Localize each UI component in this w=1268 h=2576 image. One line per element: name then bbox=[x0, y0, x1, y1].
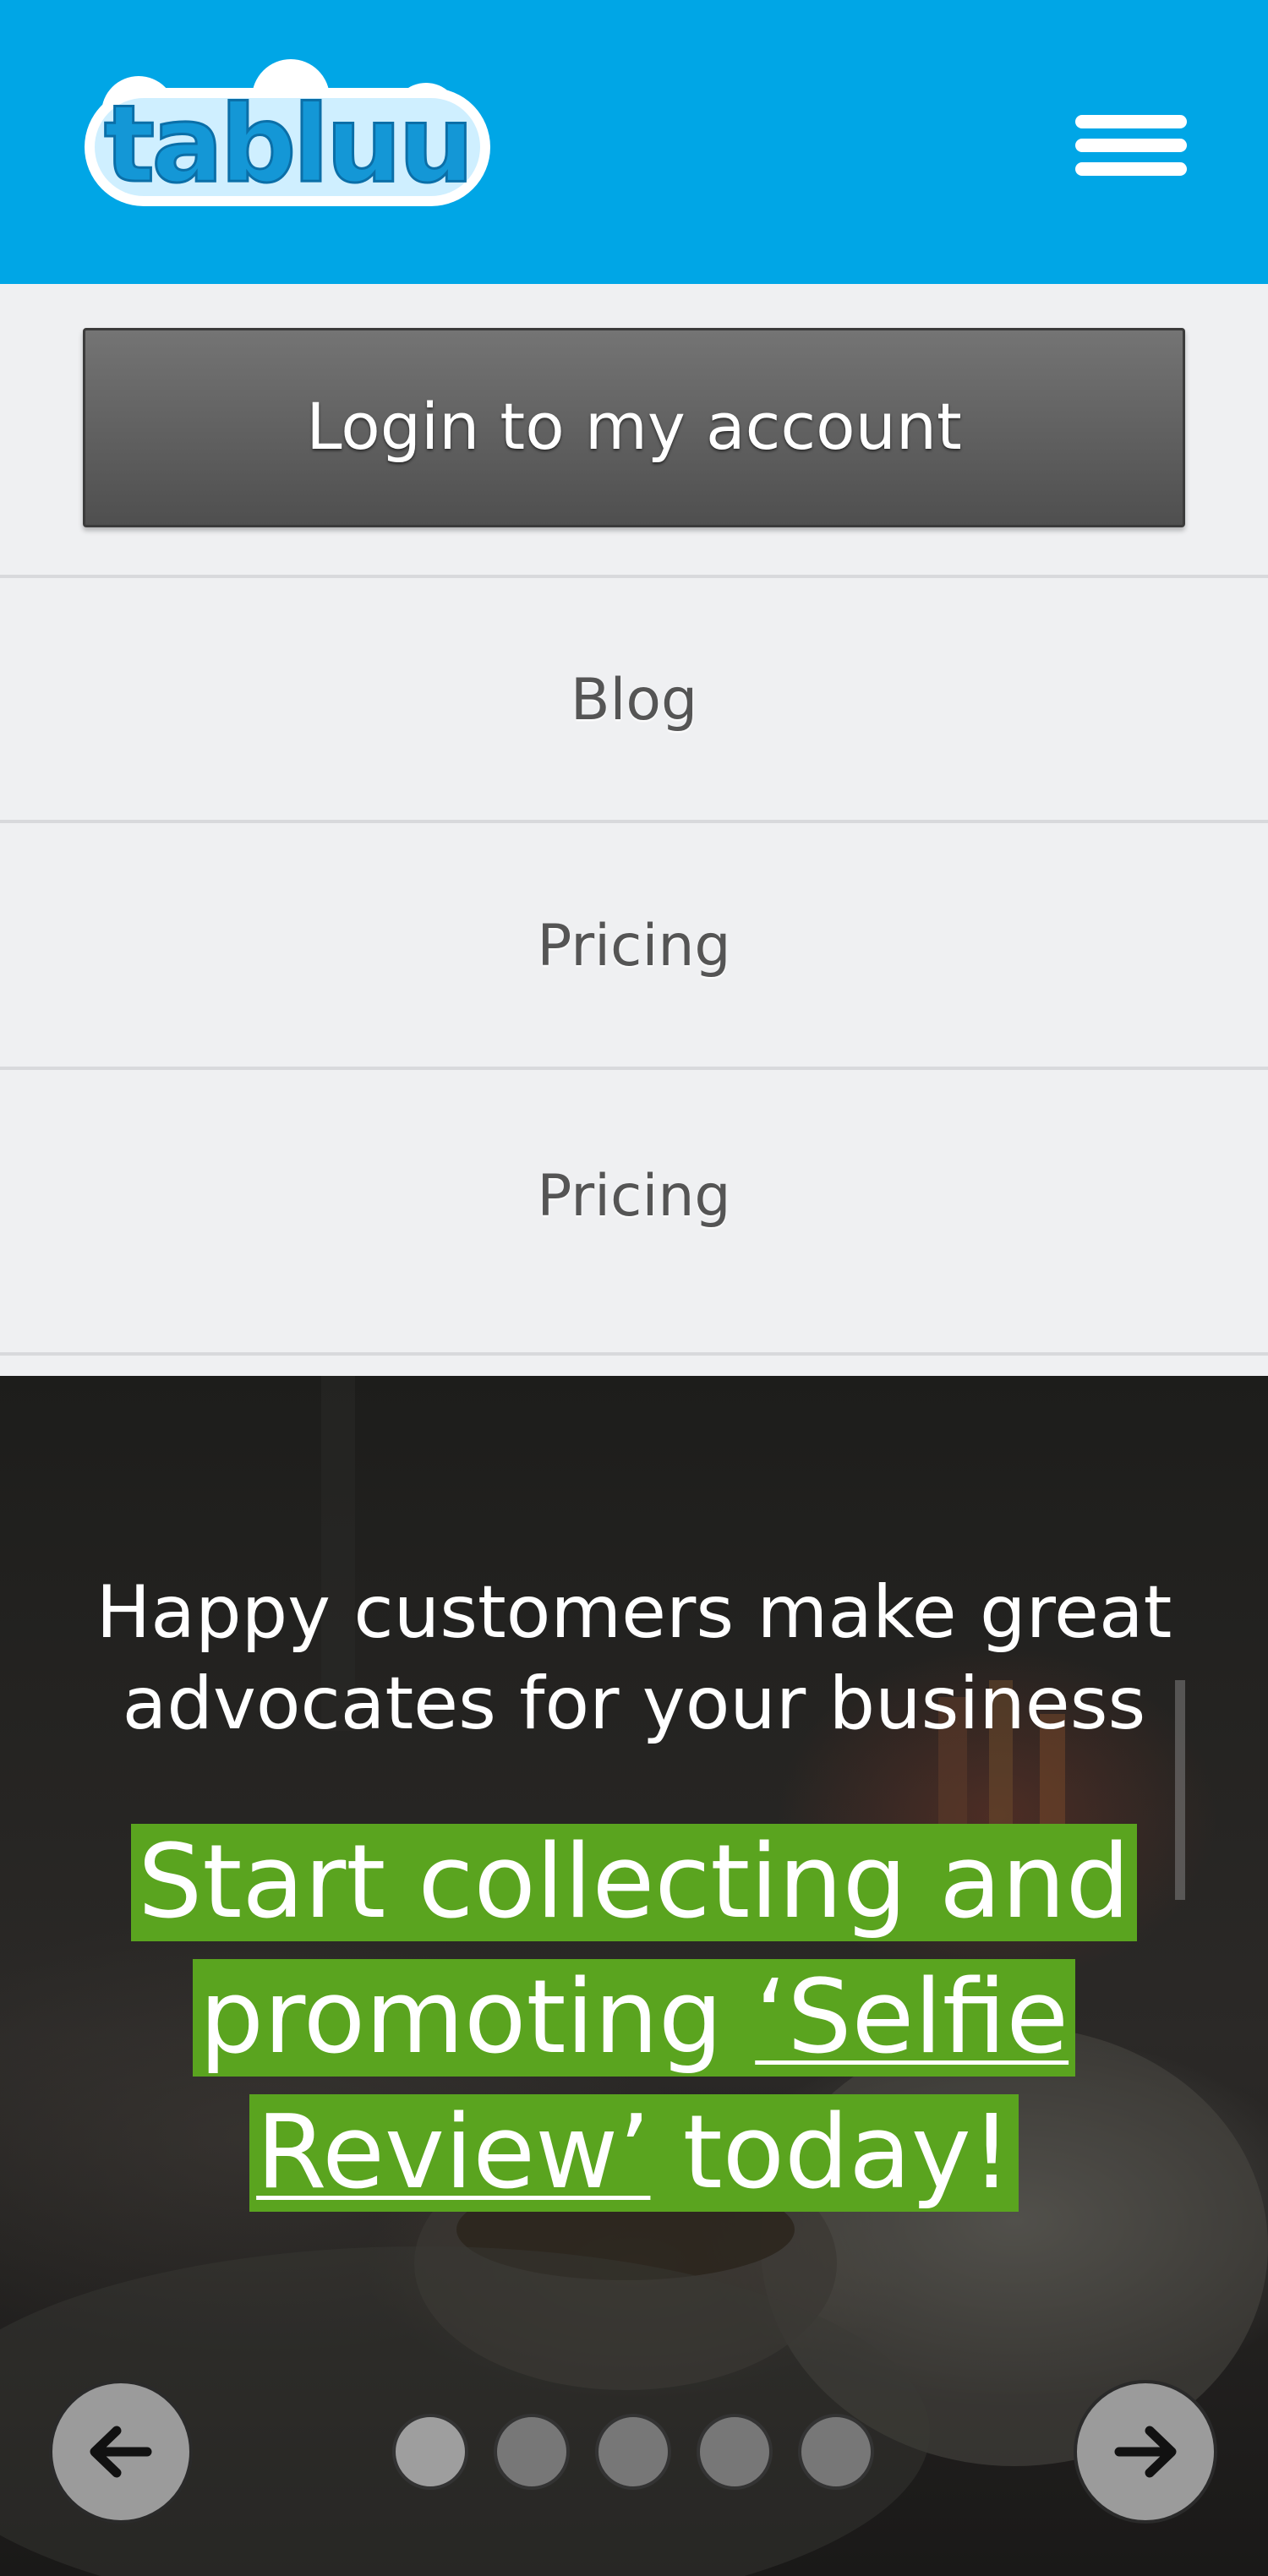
hamburger-menu-icon[interactable] bbox=[1075, 110, 1187, 177]
hero-slider: Happy customers make great advocates for… bbox=[0, 1376, 1268, 2576]
hero-subtitle-line1: Happy customers make great bbox=[96, 1570, 1172, 1655]
slider-prev-button[interactable] bbox=[49, 2380, 193, 2524]
hero-subtitle: Happy customers make great advocates for… bbox=[0, 1567, 1268, 1749]
nav-menu: Login to my account Blog Pricing Pricing bbox=[0, 284, 1268, 1376]
menu-item-pricing-2[interactable]: Pricing bbox=[0, 1070, 1268, 1356]
login-button[interactable]: Login to my account bbox=[83, 328, 1185, 527]
menu-item-pricing[interactable]: Pricing bbox=[0, 823, 1268, 1070]
slider-dot-3[interactable] bbox=[595, 2414, 671, 2490]
slider-dot-5[interactable] bbox=[798, 2414, 874, 2490]
hero-cta-headline: Start collecting and promoting ‘Selfie R… bbox=[8, 1815, 1260, 2221]
login-section: Login to my account bbox=[0, 284, 1268, 578]
tabluu-logo[interactable]: tabluu bbox=[79, 54, 495, 216]
slider-dot-4[interactable] bbox=[697, 2414, 773, 2490]
hero-cta-text-end: today! bbox=[682, 2094, 1012, 2212]
slider-pagination bbox=[392, 2414, 883, 2490]
top-bar: tabluu bbox=[0, 0, 1268, 284]
slider-next-button[interactable] bbox=[1074, 2380, 1217, 2524]
arrow-left-icon bbox=[90, 2426, 152, 2478]
slider-dot-1[interactable] bbox=[392, 2414, 468, 2490]
slider-dot-2[interactable] bbox=[494, 2414, 570, 2490]
menu-item-blog[interactable]: Blog bbox=[0, 578, 1268, 823]
svg-text:tabluu: tabluu bbox=[104, 82, 471, 206]
arrow-right-icon bbox=[1114, 2426, 1177, 2478]
hero-subtitle-line2: advocates for your business bbox=[122, 1662, 1146, 1746]
